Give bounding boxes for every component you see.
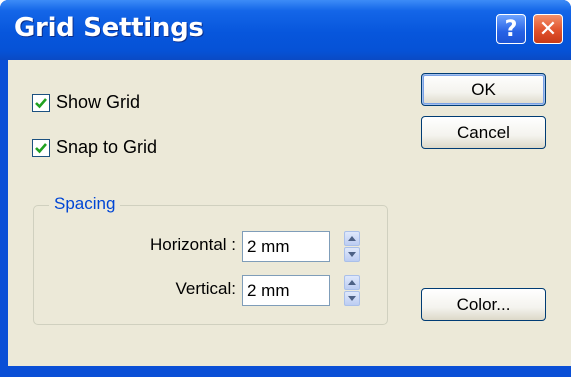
close-icon: ✕ xyxy=(538,16,558,42)
vertical-spin-up-button[interactable] xyxy=(344,275,360,290)
horizontal-label: Horizontal : xyxy=(150,235,236,254)
dialog-client-area: Show Grid Snap to Grid OK Cancel Color..… xyxy=(8,60,571,377)
vertical-spinner[interactable] xyxy=(344,275,360,306)
title-bar[interactable]: Grid Settings ? ✕ xyxy=(0,0,571,60)
snap-to-grid-checkbox[interactable] xyxy=(32,138,50,157)
spin-down-icon xyxy=(348,296,356,301)
horizontal-spacing-input[interactable]: 2 mm xyxy=(242,231,330,262)
horizontal-spin-up-button[interactable] xyxy=(344,231,360,246)
spacing-group-label: Spacing xyxy=(49,194,121,214)
color-button[interactable]: Color... xyxy=(421,288,546,321)
spin-up-icon xyxy=(348,280,356,285)
horizontal-spinner[interactable] xyxy=(344,231,360,262)
window-title: Grid Settings xyxy=(14,13,204,43)
checkmark-icon xyxy=(35,142,47,153)
vertical-spacing-input[interactable]: 2 mm xyxy=(242,275,330,306)
checkmark-icon xyxy=(35,97,47,108)
vertical-label: Vertical: xyxy=(175,279,236,298)
show-grid-label: Show Grid xyxy=(56,92,141,112)
grid-settings-dialog: Grid Settings ? ✕ Show Grid Snap to Grid… xyxy=(0,0,571,377)
ok-button[interactable]: OK xyxy=(421,73,546,106)
horizontal-spin-down-button[interactable] xyxy=(344,247,360,262)
vertical-spin-down-button[interactable] xyxy=(344,291,360,306)
spin-down-icon xyxy=(348,252,356,257)
snap-to-grid-option[interactable]: Snap to Grid xyxy=(32,137,157,158)
help-icon: ? xyxy=(504,16,518,42)
cancel-button[interactable]: Cancel xyxy=(421,116,546,149)
snap-to-grid-label: Snap to Grid xyxy=(56,137,158,157)
show-grid-checkbox[interactable] xyxy=(32,93,50,112)
spin-up-icon xyxy=(348,236,356,241)
show-grid-option[interactable]: Show Grid xyxy=(32,92,140,113)
spacing-groupbox xyxy=(33,205,388,325)
window-bottom-frame xyxy=(0,366,571,377)
help-button[interactable]: ? xyxy=(496,14,526,44)
close-button[interactable]: ✕ xyxy=(533,14,563,44)
